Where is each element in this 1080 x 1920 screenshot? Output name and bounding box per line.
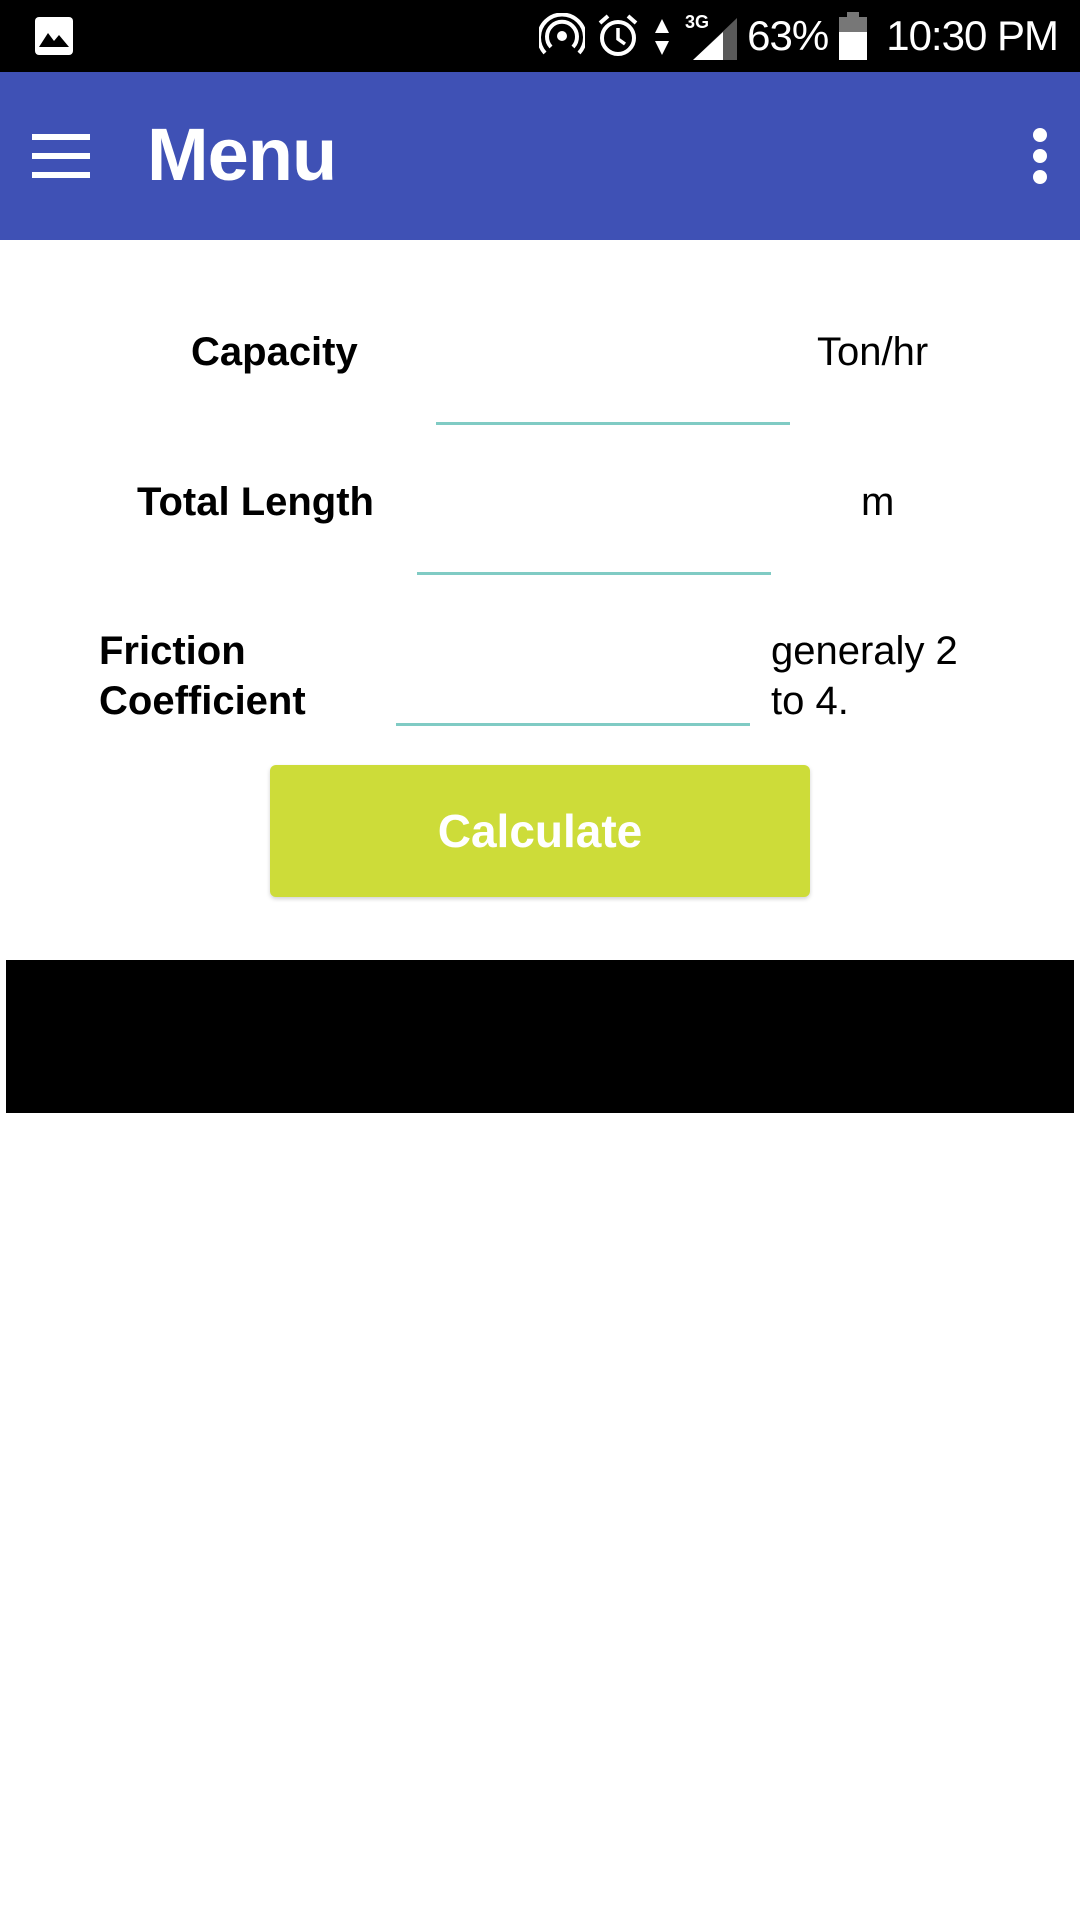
svg-text:3G: 3G — [685, 12, 709, 32]
data-arrows-icon — [655, 19, 670, 55]
battery-icon — [839, 12, 868, 60]
menu-icon[interactable] — [32, 134, 90, 178]
total-length-unit: m — [861, 480, 895, 524]
calculate-button[interactable]: Calculate — [270, 765, 810, 897]
status-bar: 3G 63% 10:30 PM — [0, 0, 1080, 72]
ad-banner-placeholder — [6, 960, 1074, 1113]
more-options-icon[interactable] — [1030, 128, 1050, 184]
total-length-input[interactable] — [417, 522, 771, 575]
page-title: Menu — [147, 113, 337, 196]
alarm-icon — [598, 14, 638, 56]
capacity-label: Capacity — [191, 330, 358, 374]
gallery-icon — [35, 17, 73, 55]
friction-label-line1: Friction — [99, 629, 246, 673]
battery-percent: 63% — [747, 12, 829, 59]
capacity-unit: Ton/hr — [817, 330, 929, 374]
clock: 10:30 PM — [886, 12, 1059, 59]
friction-coefficient-hint: generaly 2 to 4. — [771, 626, 958, 726]
hotspot-icon — [539, 13, 586, 55]
friction-coefficient-label: Friction Coefficient — [99, 626, 306, 726]
friction-label-line2: Coefficient — [99, 679, 306, 723]
friction-hint-line1: generaly 2 — [771, 629, 958, 673]
total-length-label: Total Length — [137, 480, 374, 524]
status-icons: 3G 63% 10:30 PM — [539, 0, 1059, 72]
friction-coefficient-input[interactable] — [396, 673, 750, 726]
capacity-input[interactable] — [436, 372, 790, 425]
signal-icon: 3G — [685, 12, 738, 60]
friction-hint-line2: to 4. — [771, 679, 849, 723]
app-bar: Menu — [0, 72, 1080, 240]
